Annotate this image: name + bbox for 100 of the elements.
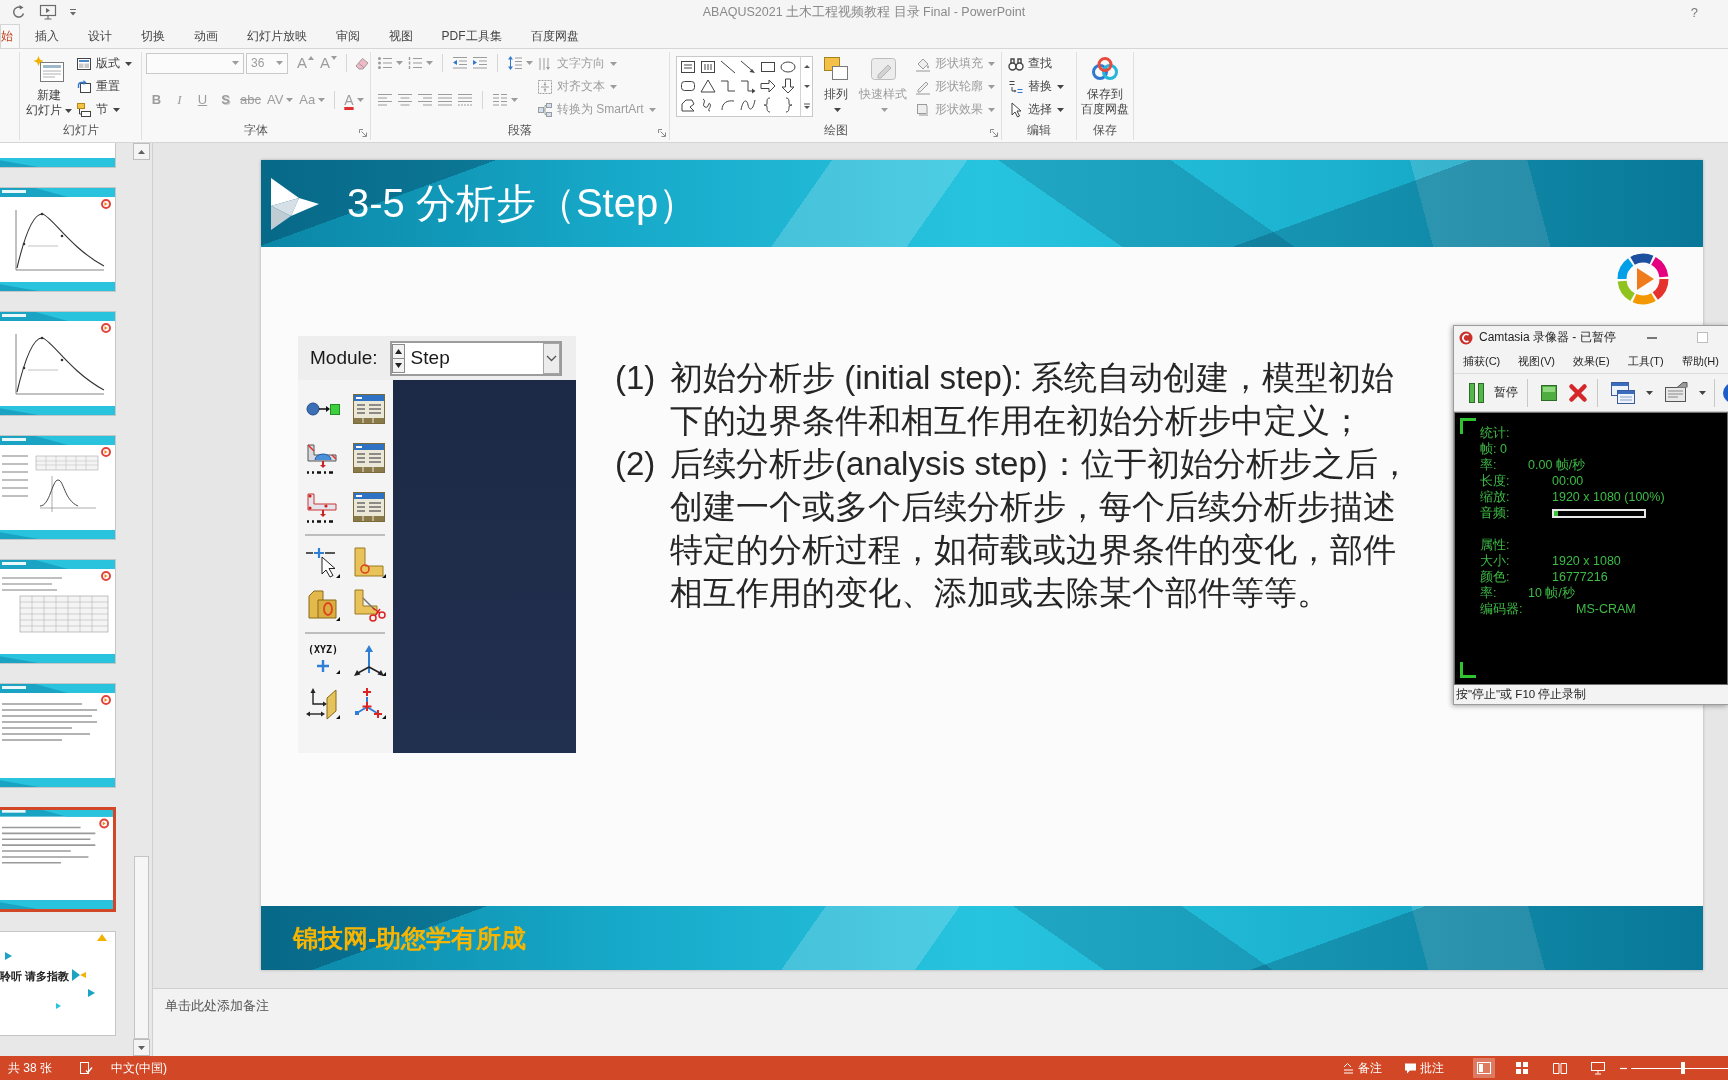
comments-button[interactable]: 批注 (1404, 1059, 1444, 1077)
help-button[interactable]: ? (1690, 4, 1698, 20)
group-label: 字体 (244, 122, 268, 139)
stats-value: 1920 x 1080 (100%) (1552, 490, 1665, 504)
recorder-title: Camtasia 录像器 - 已暂停 (1479, 329, 1616, 346)
l-part-icon[interactable] (351, 545, 387, 579)
oval-shape-icon[interactable] (779, 58, 797, 76)
ribbon-tab[interactable]: 动画 (179, 24, 232, 48)
zoom-slider-thumb[interactable] (1681, 1062, 1686, 1074)
slide-thumbnail[interactable] (0, 311, 116, 416)
line-shape-icon[interactable] (719, 58, 737, 76)
menu-item[interactable]: 捕获(C) (1463, 353, 1501, 369)
slide-thumbnail[interactable] (0, 143, 116, 168)
caret-icon (1699, 390, 1706, 395)
grid-icon (1514, 1060, 1530, 1076)
triangle-shape-icon[interactable] (699, 77, 717, 95)
circular-arrow-icon[interactable] (11, 4, 27, 20)
menu-item[interactable]: 视图(V) (1518, 353, 1555, 369)
dialog-launcher-icon[interactable] (990, 129, 998, 137)
columns-icon (492, 92, 508, 108)
stop-icon[interactable] (1540, 383, 1558, 402)
arrow-line-shape-icon[interactable] (739, 58, 757, 76)
scroll-up-button[interactable] (133, 143, 150, 160)
bar-caret-icon[interactable] (69, 8, 77, 16)
group-label: 段落 (508, 122, 532, 139)
spell-check-icon[interactable] (79, 1061, 93, 1075)
freeform-shape-icon[interactable] (679, 96, 697, 114)
normal-view-icon (1476, 1060, 1492, 1076)
part-scissors-icon[interactable] (351, 588, 387, 622)
axes-icon[interactable] (351, 643, 387, 677)
coordinate-tool-button[interactable]: (XYZ) (305, 643, 341, 677)
pause-button[interactable]: 暂停 (1468, 381, 1518, 404)
stats-value: 0.00 帧/秒 (1528, 456, 1586, 474)
stats-value: 10 帧/秒 (1528, 584, 1575, 602)
ribbon-tab[interactable]: 幻灯片放映 (232, 24, 321, 48)
screen-icon (1663, 380, 1689, 405)
section-button[interactable]: 节 (76, 98, 132, 121)
slide-thumbnail[interactable] (0, 807, 116, 912)
corner-bracket-icon (1460, 418, 1476, 434)
module-field[interactable]: Step (389, 340, 562, 376)
slide-thumbnail[interactable] (0, 683, 116, 788)
list-window-icon[interactable] (351, 490, 387, 524)
select-button[interactable]: 选择 (1008, 98, 1064, 121)
caret-up-icon (138, 149, 145, 154)
elbow-arrow-shape-icon[interactable] (739, 77, 757, 95)
monitor-play-icon[interactable] (39, 4, 57, 20)
find-button[interactable]: 查找 (1008, 52, 1064, 75)
ribbon-tab[interactable]: 始 (0, 24, 20, 48)
stats-value: 00:00 (1552, 474, 1584, 488)
notes-field[interactable]: 单击此处添加备注 (153, 988, 1728, 1056)
numbered-list-icon (407, 55, 423, 71)
ribbon-tab[interactable]: 设计 (73, 24, 126, 48)
crosshair-cursor-icon[interactable] (305, 545, 341, 579)
layout-button[interactable]: 版式 (76, 52, 132, 75)
window-stack-button[interactable] (1610, 380, 1653, 405)
list-item-text: 后续分析步(analysis step)：位于初始分析步之后， 创建一个或多个后续分析步，每个后续分析步描述 特定的分析过程，如荷载或边界条件的变化，部件 相互作用的变化、添加或去除某个部件等等。 (670, 444, 1411, 613)
new-slide-button[interactable]: 新建 幻灯片 (26, 52, 72, 118)
slide-thumbnail[interactable] (0, 435, 116, 540)
axes-plane-icon[interactable] (305, 686, 341, 720)
stats-label: 长度: (1480, 472, 1511, 490)
ribbon-tab[interactable]: 审阅 (321, 24, 374, 48)
notes-button[interactable]: 备注 (1342, 1059, 1382, 1077)
save-to-cloud-button[interactable]: 保存到 百度网盘 (1081, 52, 1129, 117)
scrollbar-thumb[interactable] (134, 856, 149, 1039)
stats-label: 颜色: (1480, 568, 1511, 586)
slide-thumbnail[interactable] (0, 559, 116, 664)
block-part-icon[interactable] (305, 588, 341, 622)
group-label: 绘图 (823, 122, 848, 139)
comment-icon (1404, 1061, 1417, 1075)
caret-icon (511, 98, 518, 102)
menu-item[interactable]: 工具(T) (1627, 353, 1664, 369)
ribbon-tab[interactable]: PDF工具集 (427, 24, 516, 48)
caret-icon (276, 61, 283, 65)
connected-boxes-icon (537, 101, 553, 118)
text-box-shape-icon[interactable] (679, 58, 697, 76)
ribbon-tab[interactable]: 百度网盘 (516, 24, 593, 48)
screen-button[interactable] (1663, 380, 1706, 405)
right-arrow-shape-icon[interactable] (759, 77, 777, 95)
screen-stand-icon (1590, 1060, 1606, 1076)
dropdown-caret-icon (542, 342, 560, 374)
slide-thumbnail[interactable]: 聆听 请多指教 (0, 931, 116, 1036)
ribbon-tab[interactable]: 插入 (20, 24, 73, 48)
menu-item[interactable]: 效果(E) (1572, 353, 1610, 369)
slide-thumbnail[interactable] (0, 187, 116, 292)
ribbon-tab[interactable]: 视图 (374, 24, 427, 48)
arrange-button[interactable]: 排列 (821, 52, 851, 117)
list-window-icon[interactable] (351, 392, 387, 426)
list-window-icon[interactable] (351, 441, 387, 475)
stats-label: 帧: 0 (1480, 440, 1507, 458)
replace-button[interactable]: 替换 (1008, 75, 1064, 98)
down-arrow-shape-icon[interactable] (779, 77, 797, 95)
cross-icon[interactable] (1568, 382, 1588, 403)
ribbon-tab[interactable]: 切换 (126, 24, 179, 48)
vertical-text-box-shape-icon[interactable] (699, 58, 717, 76)
menu-item[interactable]: 帮助(H) (1681, 353, 1719, 369)
normal-view-button[interactable] (1473, 1058, 1495, 1078)
reset-button[interactable]: 重置 (76, 75, 132, 98)
scroll-down-button[interactable] (133, 1039, 150, 1056)
language-button[interactable]: 中文(中国) (111, 1059, 167, 1077)
stats-label: 编码器: (1480, 600, 1524, 618)
